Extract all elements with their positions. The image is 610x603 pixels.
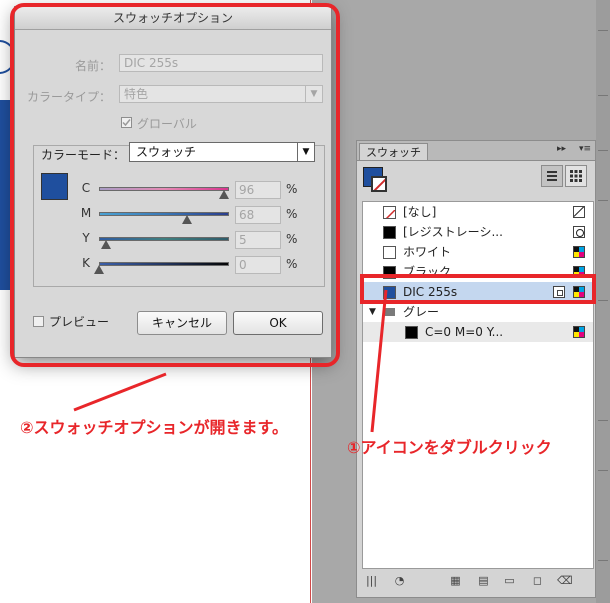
annotation-double-click: ①アイコンをダブルクリック [347, 438, 552, 457]
dialog-callout-line [73, 372, 167, 412]
annotation-open-dialog: ②スウォッチオプションが開きます。 [20, 418, 288, 437]
icon-callout-line [370, 289, 388, 433]
annotation-arrows [73, 289, 388, 433]
